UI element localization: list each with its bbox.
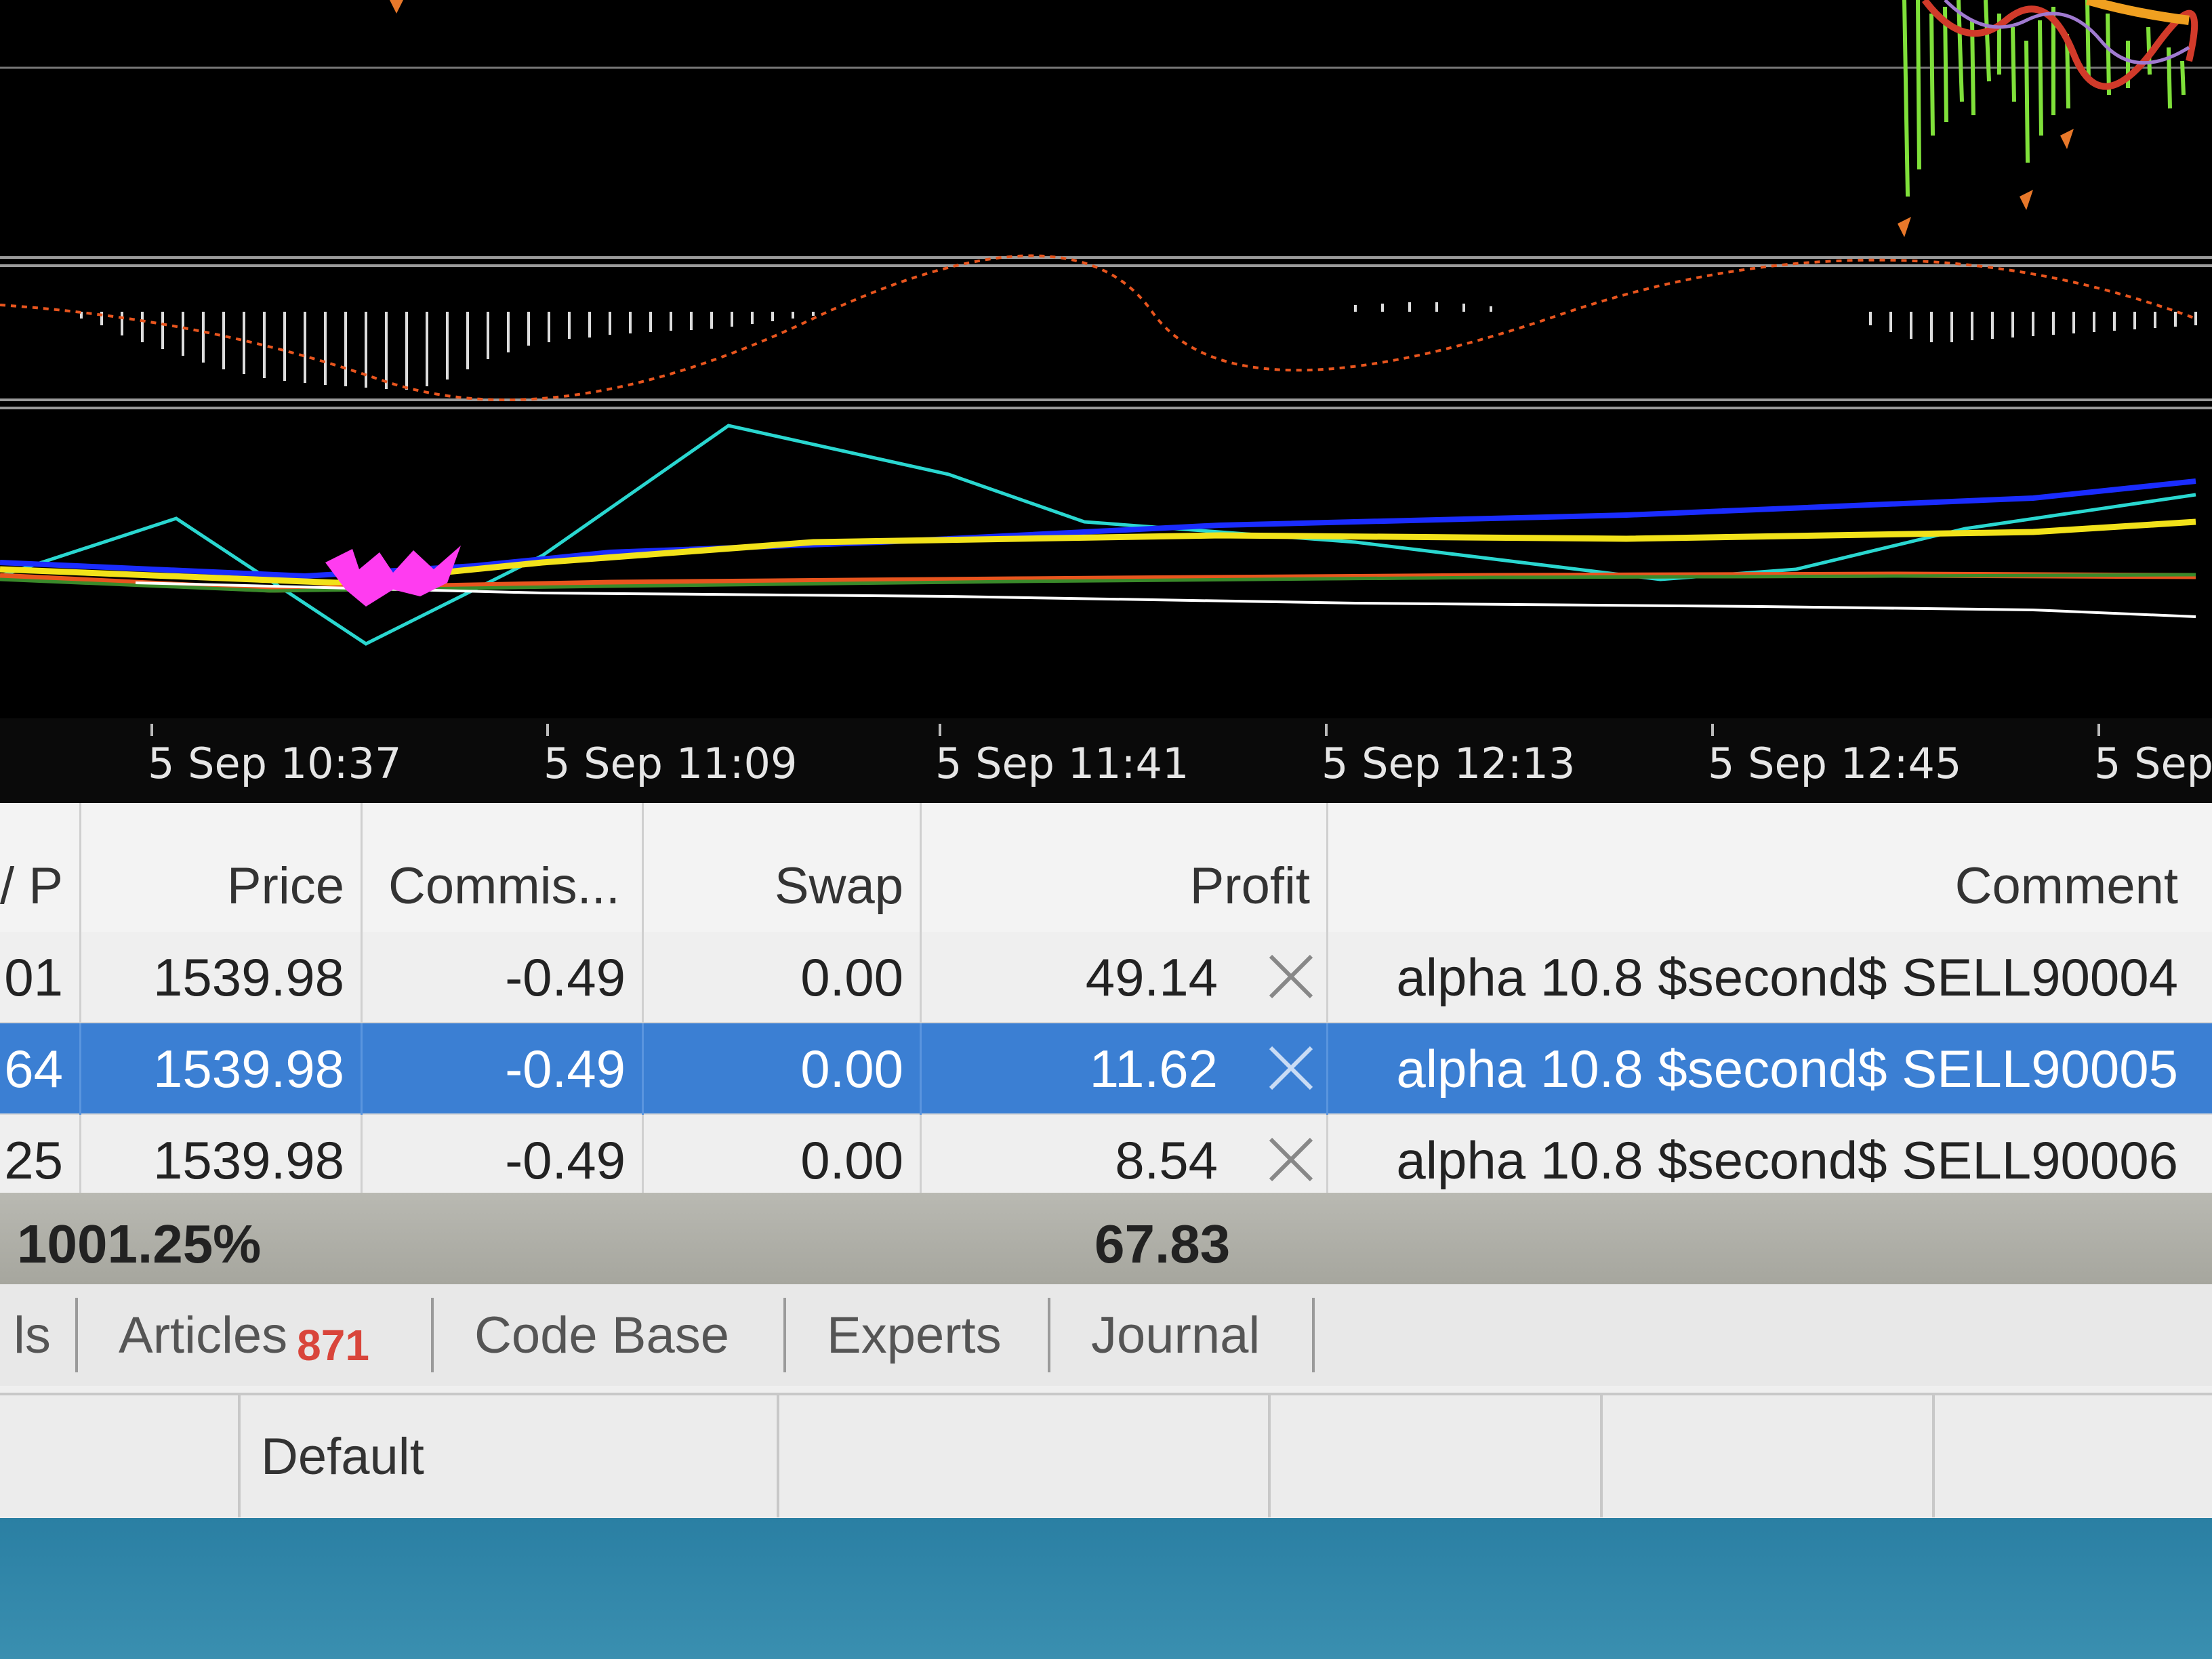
chart-canvas[interactable] xyxy=(0,0,2212,718)
column-header-tp[interactable]: / P xyxy=(0,803,81,932)
time-tick xyxy=(1325,724,1328,736)
tab-label: Articles xyxy=(119,1306,288,1364)
close-x-icon[interactable] xyxy=(1264,1132,1318,1187)
indicator-lines xyxy=(0,424,2196,646)
time-tick xyxy=(546,724,549,736)
status-cell-empty xyxy=(1603,1395,1935,1517)
time-label: 5 Sep 12:45 xyxy=(1708,739,1962,788)
time-tick xyxy=(150,724,153,736)
time-label: 5 Sep 10:37 xyxy=(148,739,402,788)
close-x-icon[interactable] xyxy=(1264,949,1318,1004)
tab-label: Journal xyxy=(1091,1306,1261,1364)
desktop-background xyxy=(0,1518,2212,1659)
tab-label: ls xyxy=(14,1306,51,1364)
column-header-price[interactable]: Price xyxy=(81,803,363,932)
tp-cell: .64 xyxy=(0,1023,81,1115)
tab-journal[interactable]: Journal xyxy=(1064,1298,1315,1372)
articles-count-badge: 871 xyxy=(297,1321,369,1370)
time-tick xyxy=(2097,724,2100,736)
oscillator-histogram xyxy=(80,302,2197,390)
time-label: 5 Sep 11:41 xyxy=(935,739,1189,788)
status-bar: Default xyxy=(0,1393,2212,1517)
time-tick xyxy=(939,724,941,736)
commission-cell: -0.49 xyxy=(363,932,644,1023)
table-header: / P Price Commis... Swap Profit Comment xyxy=(0,803,2212,932)
status-cell-empty xyxy=(1271,1395,1603,1517)
swap-cell: 0.00 xyxy=(644,1023,922,1115)
table-row-selected[interactable]: .64 1539.98 -0.49 0.00 11.62 alpha 10.8 … xyxy=(0,1023,2212,1115)
price-chart[interactable]: 5 Sep 10:37 5 Sep 11:09 5 Sep 11:41 5 Se… xyxy=(0,0,2212,803)
total-profit: 67.83 xyxy=(1094,1214,1231,1274)
swap-cell: 0.00 xyxy=(644,932,922,1023)
commission-cell: -0.49 xyxy=(363,1023,644,1115)
time-axis: 5 Sep 10:37 5 Sep 11:09 5 Sep 11:41 5 Se… xyxy=(0,718,2212,803)
tab-label: Experts xyxy=(827,1306,1002,1364)
column-header-profit[interactable]: Profit xyxy=(922,803,1328,932)
tab-code-base[interactable]: Code Base xyxy=(447,1298,786,1372)
time-label: 5 Sep 12:13 xyxy=(1322,739,1576,788)
time-tick xyxy=(1711,724,1714,736)
status-profile[interactable]: Default xyxy=(241,1395,779,1517)
candlestick-series xyxy=(390,0,2198,237)
signal-markers xyxy=(325,546,461,607)
terminal-tabs: ls Articles 871 Code Base Experts Journa… xyxy=(0,1284,2212,1386)
column-header-commission[interactable]: Commis... xyxy=(363,803,644,932)
status-cell-empty xyxy=(779,1395,1271,1517)
margin-level: 1001.25% xyxy=(17,1214,262,1274)
toolbox-terminal: / P Price Commis... Swap Profit Comment … xyxy=(0,803,2212,1525)
comment-cell: alpha 10.8 $second$ SELL90004 xyxy=(1396,947,2178,1007)
tp-cell: .01 xyxy=(0,932,81,1023)
price-cell: 1539.98 xyxy=(81,932,363,1023)
summary-row: 1001.25% 67.83 xyxy=(0,1193,2212,1287)
status-cell-empty xyxy=(0,1395,241,1517)
tab-experts[interactable]: Experts xyxy=(800,1298,1050,1372)
status-cell-empty xyxy=(1935,1395,2212,1517)
column-header-comment[interactable]: Comment xyxy=(1328,803,2212,932)
table-row[interactable]: .01 1539.98 -0.49 0.00 49.14 alpha 10.8 … xyxy=(0,932,2212,1023)
close-x-icon[interactable] xyxy=(1264,1041,1318,1095)
tab-partial[interactable]: ls xyxy=(0,1298,78,1372)
signal-line xyxy=(0,254,2196,401)
time-label: 5 Sep 11:09 xyxy=(544,739,798,788)
column-header-swap[interactable]: Swap xyxy=(644,803,922,932)
tab-label: Code Base xyxy=(474,1306,730,1364)
price-cell: 1539.98 xyxy=(81,1023,363,1115)
comment-cell: alpha 10.8 $second$ SELL90005 xyxy=(1396,1039,2178,1099)
tab-articles[interactable]: Articles 871 xyxy=(91,1298,434,1372)
time-label: 5 Sep xyxy=(2094,739,2212,788)
